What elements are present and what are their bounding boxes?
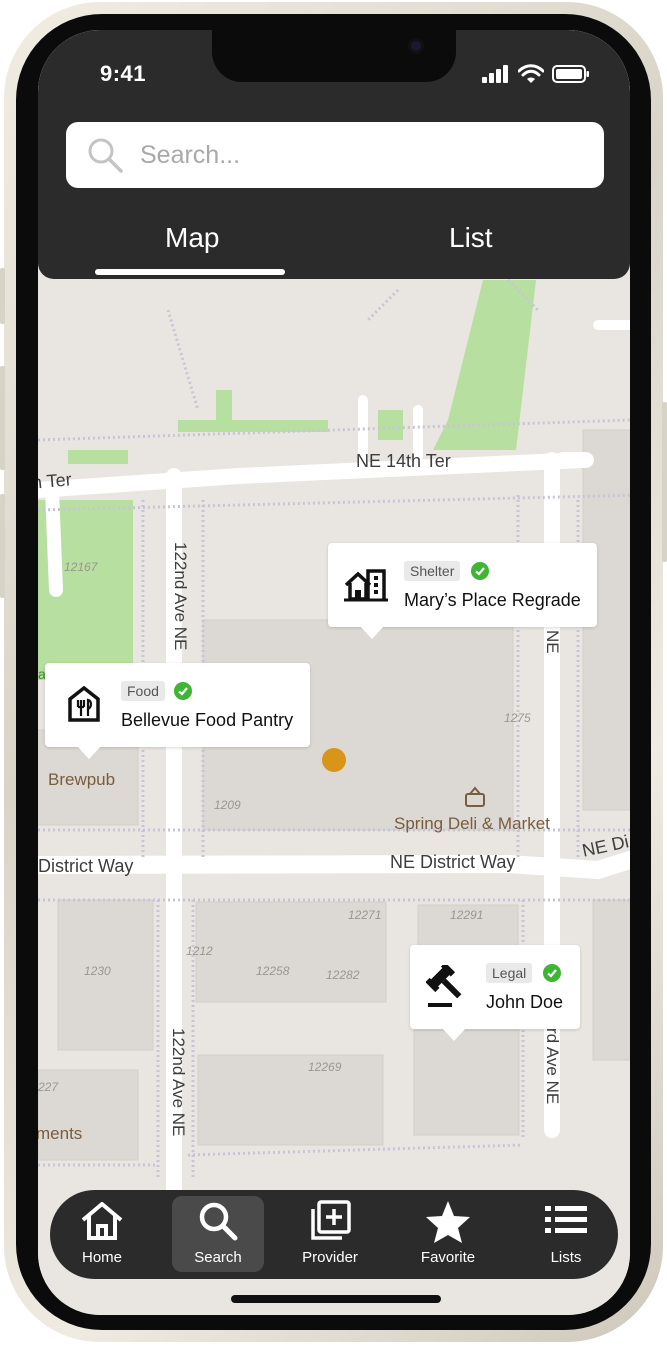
building-number: 1209 — [214, 798, 241, 812]
home-indicator[interactable] — [231, 1295, 441, 1303]
verified-check-icon — [543, 964, 561, 982]
tab-list[interactable]: List — [449, 222, 493, 254]
notch — [212, 30, 456, 82]
provider-type-badge: Shelter — [404, 561, 461, 581]
provider-pin-legal[interactable]: Legal John Doe — [410, 945, 580, 1041]
building-number: 1212 — [186, 944, 213, 958]
search-input[interactable] — [138, 139, 562, 171]
side-button — [662, 402, 667, 562]
active-tab-indicator — [95, 269, 285, 275]
provider-name: Mary’s Place Regrade — [404, 590, 581, 610]
nav-label: Search — [194, 1249, 242, 1266]
status-time: 9:41 — [100, 61, 147, 86]
side-button — [0, 366, 5, 470]
provider-name: Bellevue Food Pantry — [121, 710, 294, 730]
poi-label: Spring Deli & Market — [394, 814, 550, 833]
current-location-dot — [322, 748, 346, 772]
provider-pin-shelter[interactable]: Shelter Mary’s Place Regrade — [328, 543, 597, 639]
street-label: NE District Way — [390, 852, 516, 872]
provider-name: John Doe — [486, 992, 564, 1012]
wifi-icon — [518, 64, 544, 83]
nav-label: Favorite — [420, 1249, 476, 1266]
provider-pin-food[interactable]: Food Bellevue Food Pantry — [45, 663, 310, 759]
cellular-signal-icon — [482, 64, 508, 83]
nav-lists[interactable]: Lists — [520, 1196, 612, 1272]
building-number: 12258 — [256, 964, 290, 978]
building-number: 12291 — [450, 908, 484, 922]
provider-type-badge: Legal — [486, 963, 533, 983]
search-icon — [199, 1202, 238, 1241]
street-label: 122nd Ave NE — [171, 542, 190, 651]
building-number: 12269 — [308, 1060, 342, 1074]
building-number: 12271 — [348, 908, 382, 922]
add-provider-icon — [311, 1200, 351, 1240]
street-label: District Way — [38, 856, 134, 876]
star-icon — [426, 1201, 470, 1243]
building-icon — [344, 569, 388, 602]
building-number: 1275 — [504, 711, 531, 725]
tab-map[interactable]: Map — [165, 222, 219, 254]
status-icons — [482, 64, 590, 83]
nav-label: Home — [81, 1249, 122, 1266]
bottom-nav: Home Search Provider Favorite Lists — [50, 1190, 618, 1279]
gavel-icon — [426, 965, 462, 1007]
building-number: 227 — [38, 1080, 59, 1094]
poi-label: ments — [38, 1124, 83, 1143]
street-label: 122nd Ave NE — [169, 1028, 188, 1137]
provider-type-badge: Food — [121, 681, 165, 701]
list-icon — [545, 1206, 587, 1233]
nav-provider[interactable]: Provider — [284, 1196, 376, 1272]
building-number: 1230 — [84, 964, 111, 978]
nav-search[interactable]: Search — [172, 1196, 264, 1272]
building-number: 12282 — [326, 968, 360, 982]
nav-label: Provider — [302, 1249, 358, 1266]
nav-favorite[interactable]: Favorite — [402, 1196, 494, 1272]
side-button — [0, 494, 5, 598]
search-bar[interactable] — [66, 122, 604, 188]
street-label: h Ter — [38, 469, 73, 493]
battery-icon — [552, 64, 589, 83]
street-label: rd Ave NE — [543, 1028, 562, 1105]
food-pantry-icon — [68, 685, 100, 722]
verified-check-icon — [174, 682, 192, 700]
street-label: NE — [543, 630, 562, 654]
search-icon — [88, 138, 123, 173]
screen: NE 14th Ter h Ter 122nd Ave NE 122nd Ave… — [38, 30, 630, 1315]
home-icon — [81, 1202, 123, 1240]
camera — [408, 38, 424, 54]
header: 9:41 Search... Map List — [38, 30, 630, 279]
poi-label: Brewpub — [48, 770, 116, 789]
street-label: NE 14th Ter — [356, 451, 451, 471]
nav-label: Lists — [550, 1249, 582, 1266]
side-button — [0, 268, 5, 324]
nav-home[interactable]: Home — [56, 1196, 148, 1272]
verified-check-icon — [471, 562, 489, 580]
building-number: 12167 — [64, 560, 98, 574]
